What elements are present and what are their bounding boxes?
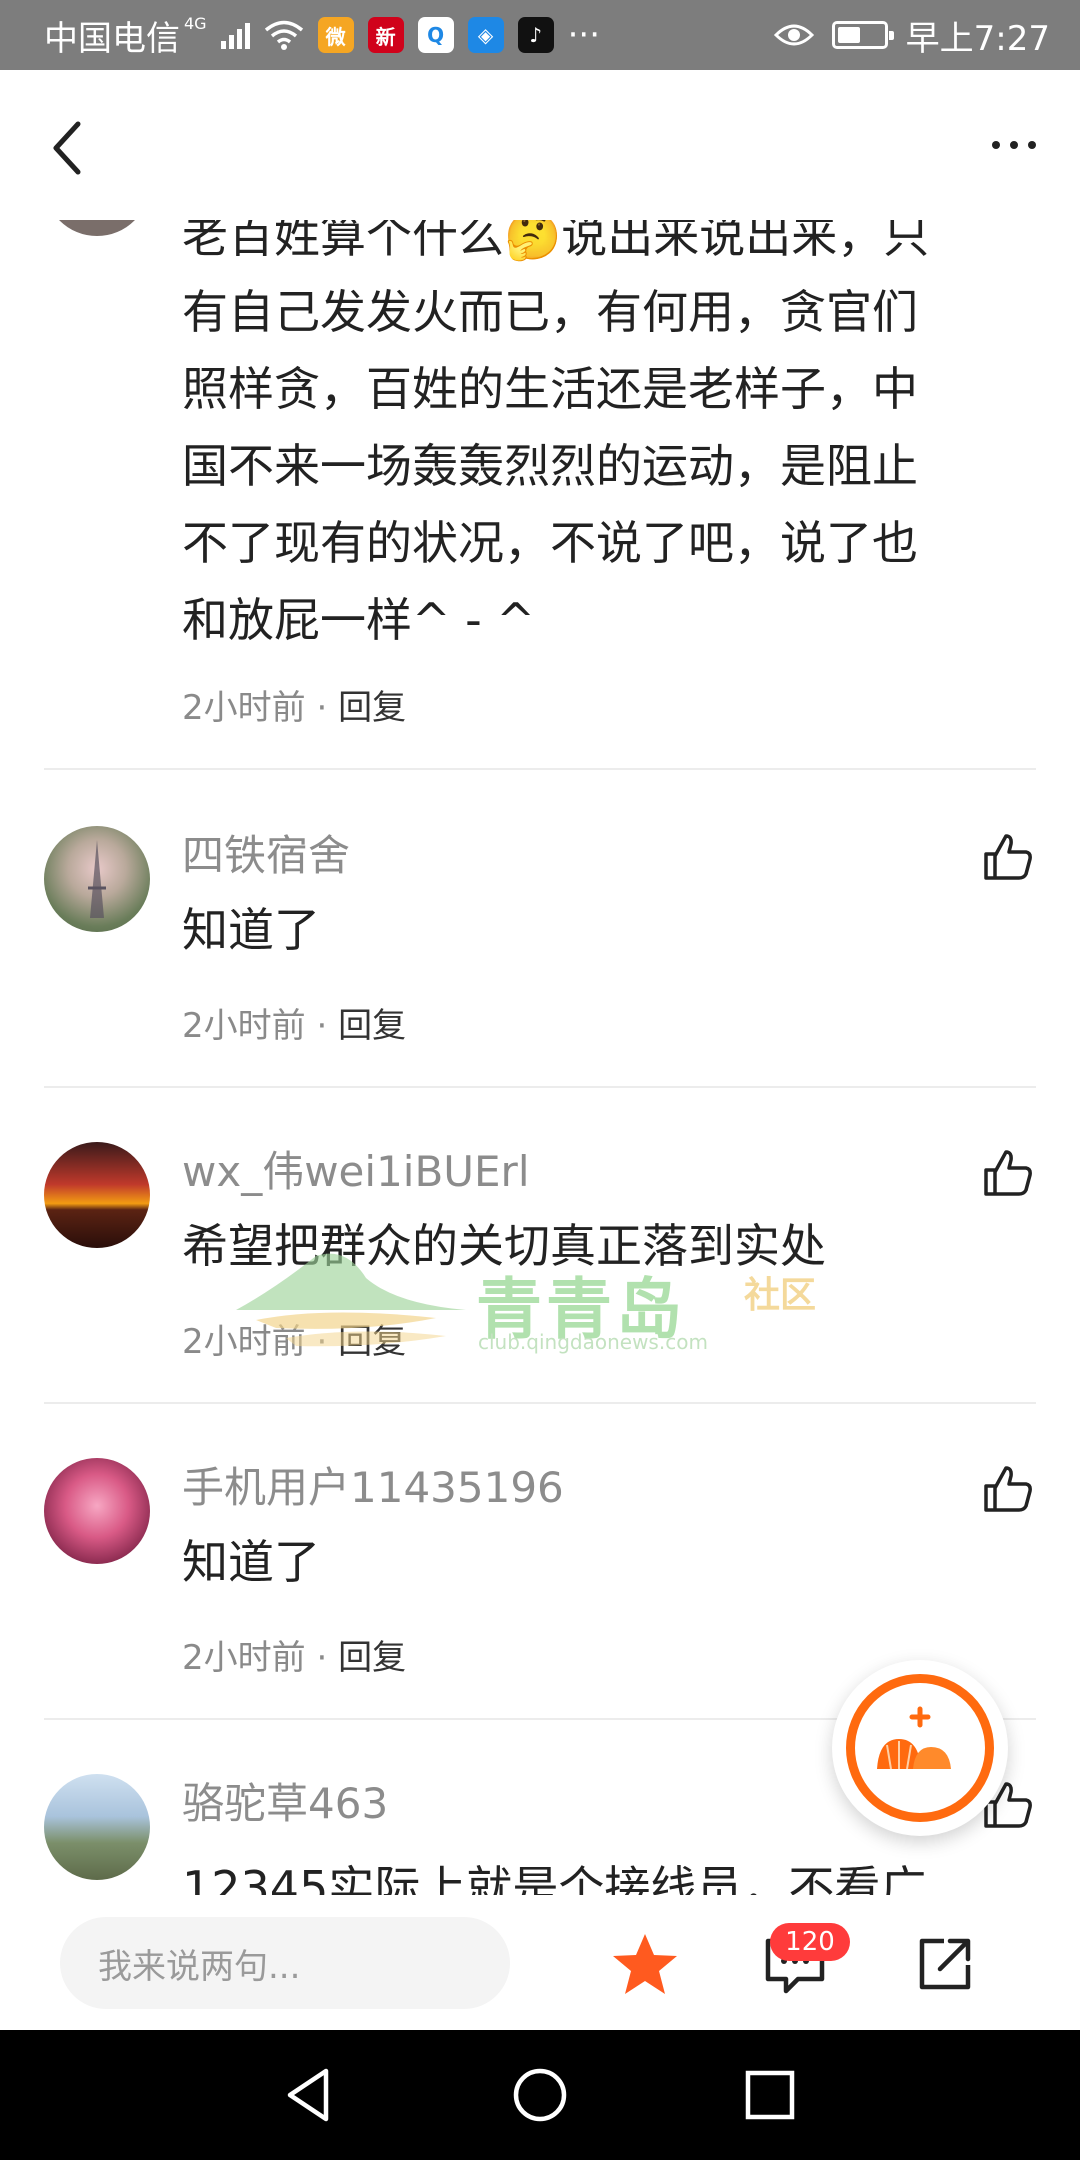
chevron-left-icon[interactable] [44,118,94,178]
more-options-button[interactable] [986,130,1042,160]
meta-separator: · [305,688,339,728]
system-navigation-bar [0,2030,1080,2160]
eiffel-tower-icon [88,840,106,918]
comment-meta: 2小时前 · 回复 [182,1314,406,1363]
top-header [0,70,1080,220]
comment-text-line: 和放屁一样^ - ^ [182,593,535,647]
comment-count-badge: 120 [770,1923,850,1961]
comment-text-line: 有自己发发火而已，有何用，贪官们 [182,285,918,339]
wifi-icon [264,20,303,50]
avatar[interactable] [44,826,150,932]
comment-text-line: 国不来一场轰轰烈烈的运动，是阻止 [182,439,918,493]
status-bar: 中国电信 4G 微 新 Q ◈ ♪ ··· 早上7:27 [0,0,1080,70]
username[interactable]: wx_伟wei1iBUErl [182,1138,530,1199]
comment-time: 2小时前 [182,1006,306,1046]
add-post-shell-icon [846,1674,994,1822]
network-app-icon: ◈ [467,17,504,53]
comment-text-line: 知道了 [182,903,320,957]
status-right: 早上7:27 [773,11,1050,60]
comment-text-line: 老百姓算个什么🤔说出来说出来，只 [182,220,930,263]
status-left: 中国电信 4G 微 新 Q ◈ ♪ ··· [44,11,600,60]
eye-comfort-icon [773,24,814,46]
triangle-back-icon[interactable] [280,2065,340,2125]
bottom-action-bar: 我来说两句... 120 [0,1895,1080,2030]
comment-input[interactable]: 我来说两句... [60,1917,510,2009]
comment-meta: 2小时前 · 回复 [182,680,406,729]
star-icon[interactable] [610,1931,680,1997]
signal-icon [220,21,250,49]
weibo-icon: 微 [317,17,354,53]
username[interactable]: 骆驼草463 [182,1770,388,1831]
avatar[interactable] [44,1458,150,1564]
watermark-url: club.qingdaonews.com [478,1330,708,1354]
comment-time: 2小时前 [182,688,306,728]
share-icon[interactable] [916,1935,974,1993]
news-app-icon: 新 [367,17,404,53]
carrier-label: 中国电信 [44,18,180,59]
comment-text-line: 知道了 [182,1535,320,1589]
reply-button[interactable]: 回复 [338,1322,406,1362]
username[interactable]: 手机用户11435196 [182,1454,564,1515]
create-post-button[interactable] [832,1660,1008,1836]
meta-separator: · [305,1322,339,1362]
comment-meta: 2小时前 · 回复 [182,998,406,1047]
circle-home-icon[interactable] [510,2065,570,2125]
clock: 早上7:27 [905,18,1050,59]
comment-input-placeholder: 我来说两句... [98,1946,301,1987]
divider [44,1086,1036,1088]
square-recents-icon[interactable] [740,2065,800,2125]
thumbs-up-icon[interactable] [982,1148,1034,1198]
avatar[interactable] [44,1142,150,1248]
battery-icon [831,21,894,49]
comment-meta: 2小时前 · 回复 [182,1630,406,1679]
browser-app-icon: Q [417,17,454,53]
reply-button[interactable]: 回复 [338,1638,406,1678]
comment-text-line: 不了现有的状况，不说了吧，说了也 [182,516,918,570]
comment-text-line: 12345实际上就是个接线员，不看广 [182,1861,927,1895]
reply-button[interactable]: 回复 [338,688,406,728]
avatar[interactable] [44,1774,150,1880]
meta-separator: · [305,1638,339,1678]
comment-list[interactable]: 老百姓算个什么🤔说出来说出来，只 有自己发发火而已，有何用，贪官们 照样贪，百姓… [0,220,1080,1895]
divider [44,768,1036,770]
comment-time: 2小时前 [182,1638,306,1678]
avatar[interactable] [44,220,150,236]
comment-text-line: 照样贪，百姓的生活还是老样子，中 [182,362,918,416]
comment-text-line: 希望把群众的关切真正落到实处 [182,1219,826,1273]
comment-time: 2小时前 [182,1322,306,1362]
network-type: 4G [184,13,207,33]
divider [44,1402,1036,1404]
reply-button[interactable]: 回复 [338,1006,406,1046]
more-notifications: ··· [567,15,601,55]
meta-separator: · [305,1006,339,1046]
tiktok-icon: ♪ [517,17,554,53]
thumbs-up-icon[interactable] [982,832,1034,882]
thumbs-up-icon[interactable] [982,1464,1034,1514]
username[interactable]: 四铁宿舍 [182,822,350,883]
